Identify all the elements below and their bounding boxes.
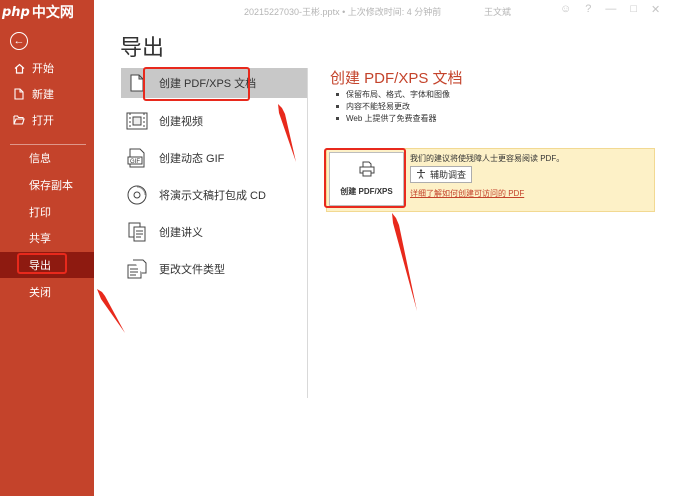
annotation-arrow-sidebar: [97, 289, 125, 333]
annotation-arrow-option: [278, 104, 296, 162]
annotation-arrows: [97, 104, 417, 333]
annotation-arrow-pdf: [392, 213, 417, 311]
